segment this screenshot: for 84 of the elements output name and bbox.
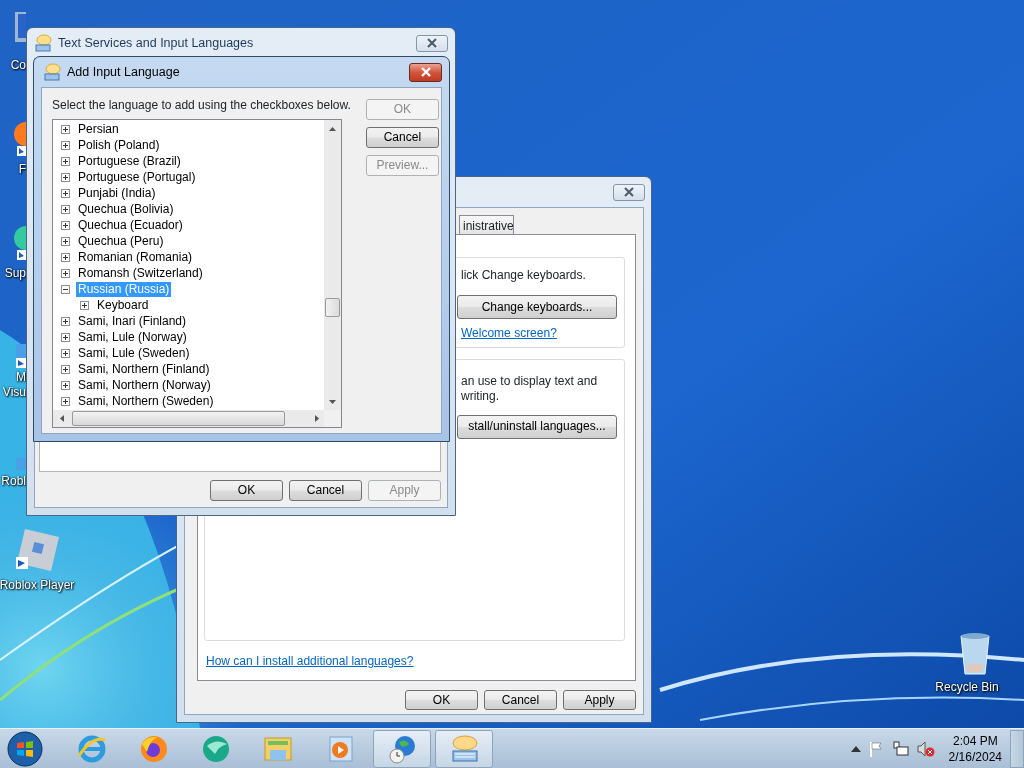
expand-icon[interactable]	[61, 236, 70, 246]
up-arrow-icon	[329, 126, 336, 131]
expand-icon[interactable]	[61, 172, 70, 182]
tab[interactable]: inistrative	[459, 215, 514, 234]
taskbar-button[interactable]	[435, 729, 493, 768]
icon-label[interactable]: Co	[0, 58, 26, 73]
button[interactable]: Cancel	[289, 480, 362, 501]
left-arrow-icon	[59, 415, 64, 422]
expand-icon[interactable]	[61, 140, 70, 150]
expand-icon[interactable]	[61, 252, 70, 262]
close-icon	[426, 38, 438, 48]
taskbar-button[interactable]	[373, 729, 431, 768]
button[interactable]: Change keyboards...	[457, 295, 617, 319]
icon-label[interactable]: Recycle Bin	[920, 680, 1014, 695]
icon-label[interactable]: F	[0, 162, 26, 177]
close-icon	[419, 67, 432, 77]
expand-icon[interactable]	[80, 300, 89, 310]
link[interactable]: Welcome screen?	[461, 324, 557, 342]
tree-item[interactable]: Quechua (Peru)	[76, 233, 166, 249]
button[interactable]: Cancel	[484, 690, 557, 710]
icon-label[interactable]: Sup	[0, 266, 26, 281]
right-arrow-icon	[314, 415, 319, 422]
tree-item[interactable]: Polish (Poland)	[76, 137, 162, 153]
close-button[interactable]	[613, 183, 645, 201]
down-arrow-icon	[329, 399, 336, 404]
windows-logo-icon	[6, 729, 44, 768]
tree-item[interactable]: Quechua (Bolivia)	[76, 201, 176, 217]
tree-item[interactable]: Romansh (Switzerland)	[76, 265, 205, 281]
button[interactable]: stall/uninstall languages...	[457, 414, 617, 439]
dialog-title: Add Input Language	[67, 63, 180, 81]
instruction-text: Select the language to add using the checkboxes below.	[52, 98, 351, 112]
tree-item[interactable]: Sami, Inari (Finland)	[76, 313, 189, 329]
tree-item[interactable]: Persian	[76, 121, 121, 137]
expand-icon[interactable]	[61, 316, 70, 326]
tree-item[interactable]: Portuguese (Brazil)	[76, 153, 183, 169]
close-button[interactable]	[416, 34, 448, 52]
scroll-thumb[interactable]	[325, 298, 340, 317]
tree-item[interactable]: Sami, Lule (Sweden)	[76, 345, 192, 361]
keyboard-icon	[449, 733, 479, 764]
description-text: an use to display text and writing.	[461, 373, 599, 404]
expand-icon[interactable]	[61, 220, 70, 230]
network-icon[interactable]	[892, 740, 909, 757]
window-icon	[34, 34, 52, 52]
expand-icon[interactable]	[61, 124, 70, 134]
tree-item[interactable]: Sami, Northern (Norway)	[76, 377, 213, 393]
tree-item[interactable]: Quechua (Ecuador)	[76, 217, 185, 233]
expand-icon[interactable]	[61, 268, 70, 278]
tree-item[interactable]: Keyboard	[95, 297, 151, 313]
scrollbar-corner	[324, 410, 341, 427]
e-letter-icon	[77, 733, 107, 764]
close-button[interactable]	[409, 62, 442, 82]
tree-item[interactable]: Sami, Northern (Sweden)	[76, 393, 216, 409]
globe-clock-icon	[387, 733, 417, 764]
tree-item[interactable]: Portuguese (Portugal)	[76, 169, 198, 185]
expand-icon[interactable]	[61, 332, 70, 342]
expand-icon[interactable]	[61, 188, 70, 198]
window-icon	[43, 63, 61, 81]
fox-icon	[139, 733, 169, 764]
expand-icon[interactable]	[61, 204, 70, 214]
button[interactable]: OK	[210, 480, 283, 501]
button[interactable]: Apply	[563, 690, 636, 710]
orb-app-icon	[201, 733, 231, 764]
button[interactable]: Cancel	[365, 127, 439, 148]
button[interactable]: OK	[405, 690, 478, 710]
clock[interactable]: 2:04 PM 2/16/2024	[948, 732, 1002, 765]
expand-icon[interactable]	[61, 396, 70, 406]
horizontal-scrollbar[interactable]	[53, 410, 325, 427]
window-title: Text Services and Input Languages	[58, 34, 254, 52]
tree-item[interactable]: Sami, Northern (Finland)	[76, 361, 212, 377]
tree-item[interactable]: Sami, Lule (Norway)	[76, 329, 189, 345]
tree-item[interactable]: Romanian (Romania)	[76, 249, 195, 265]
tree-item[interactable]: Punjabi (India)	[76, 185, 158, 201]
link[interactable]: How can I install additional languages?	[206, 652, 414, 670]
vertical-scrollbar[interactable]	[324, 120, 341, 410]
description-text: lick Change keyboards.	[461, 268, 587, 283]
expand-icon[interactable]	[61, 380, 70, 390]
muted-speaker-icon[interactable]	[916, 740, 935, 757]
close-icon	[623, 187, 635, 197]
show-hidden-icons-icon[interactable]	[850, 745, 861, 752]
expand-icon[interactable]	[61, 156, 70, 166]
expand-icon[interactable]	[61, 364, 70, 374]
collapse-icon[interactable]	[61, 284, 70, 294]
expand-icon[interactable]	[61, 348, 70, 358]
scroll-thumb[interactable]	[72, 411, 285, 426]
